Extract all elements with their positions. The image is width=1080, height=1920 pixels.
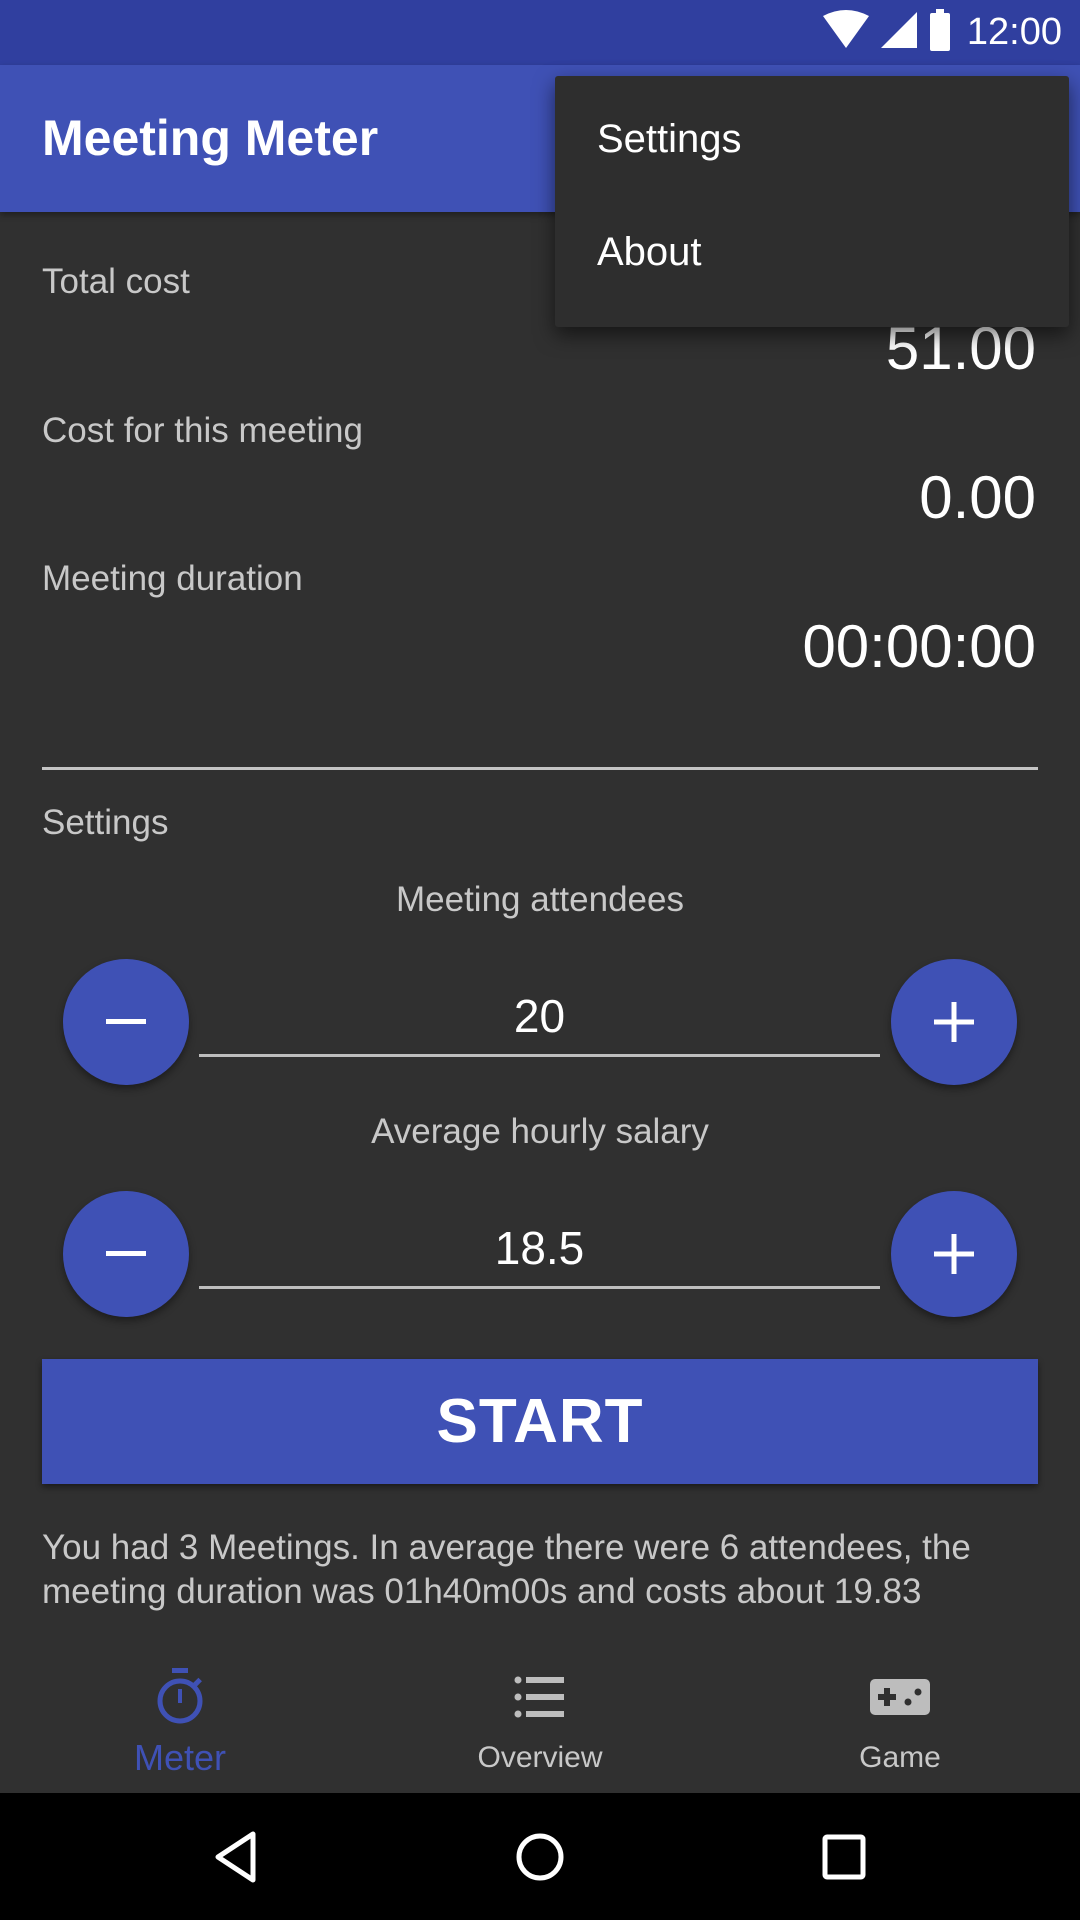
overflow-menu: Settings About bbox=[555, 76, 1069, 327]
start-button[interactable]: START bbox=[42, 1359, 1038, 1484]
home-icon bbox=[516, 1833, 564, 1880]
duration-label: Meeting duration bbox=[42, 559, 303, 598]
back-button[interactable] bbox=[176, 1793, 296, 1920]
nav-label-game: Game bbox=[859, 1741, 941, 1774]
status-bar: 12:00 bbox=[0, 0, 1080, 65]
bottom-navigation: Meter Overview Game bbox=[0, 1645, 1080, 1793]
meeting-cost-label: Cost for this meeting bbox=[42, 411, 363, 450]
attendees-increment-button[interactable] bbox=[891, 959, 1017, 1085]
recents-button[interactable] bbox=[784, 1793, 904, 1920]
attendees-label: Meeting attendees bbox=[396, 880, 684, 919]
status-icons: 12:00 bbox=[822, 0, 1062, 65]
salary-decrement-button[interactable] bbox=[63, 1191, 189, 1317]
back-icon bbox=[215, 1831, 256, 1882]
meter-content: Total cost 51.00 Cost for this meeting 0… bbox=[0, 212, 1080, 1645]
total-cost-label: Total cost bbox=[42, 262, 190, 301]
wifi-icon bbox=[822, 10, 869, 55]
recents-icon bbox=[822, 1834, 866, 1879]
battery-icon bbox=[929, 9, 951, 56]
app-title: Meeting Meter bbox=[42, 110, 379, 166]
nav-label-meter: Meter bbox=[133, 1737, 227, 1778]
gamepad-icon bbox=[870, 1667, 930, 1727]
plus-icon bbox=[934, 1002, 974, 1042]
system-navigation-bar bbox=[0, 1793, 1080, 1920]
nav-label-overview: Overview bbox=[477, 1741, 603, 1774]
attendees-input[interactable] bbox=[199, 977, 880, 1057]
meeting-summary: You had 3 Meetings. In average there wer… bbox=[42, 1528, 971, 1611]
list-icon bbox=[510, 1667, 570, 1727]
nav-item-overview[interactable]: Overview bbox=[360, 1645, 720, 1793]
nav-item-game[interactable]: Game bbox=[720, 1645, 1080, 1793]
status-time: 12:00 bbox=[966, 11, 1062, 53]
minus-icon bbox=[106, 1019, 146, 1024]
plus-icon bbox=[934, 1234, 974, 1274]
signal-icon bbox=[879, 10, 919, 55]
salary-label: Average hourly salary bbox=[371, 1112, 709, 1151]
minus-icon bbox=[106, 1251, 146, 1256]
stopwatch-icon bbox=[150, 1667, 210, 1727]
duration-value: 00:00:00 bbox=[802, 613, 1036, 680]
home-button[interactable] bbox=[480, 1793, 600, 1920]
salary-increment-button[interactable] bbox=[891, 1191, 1017, 1317]
section-divider bbox=[42, 767, 1038, 770]
menu-item-about[interactable]: About bbox=[555, 202, 1069, 327]
settings-section-label: Settings bbox=[42, 803, 169, 842]
meeting-cost-value: 0.00 bbox=[919, 464, 1036, 531]
nav-item-meter[interactable]: Meter bbox=[0, 1645, 360, 1793]
menu-item-settings[interactable]: Settings bbox=[555, 76, 1069, 202]
attendees-decrement-button[interactable] bbox=[63, 959, 189, 1085]
salary-input[interactable] bbox=[199, 1209, 880, 1289]
